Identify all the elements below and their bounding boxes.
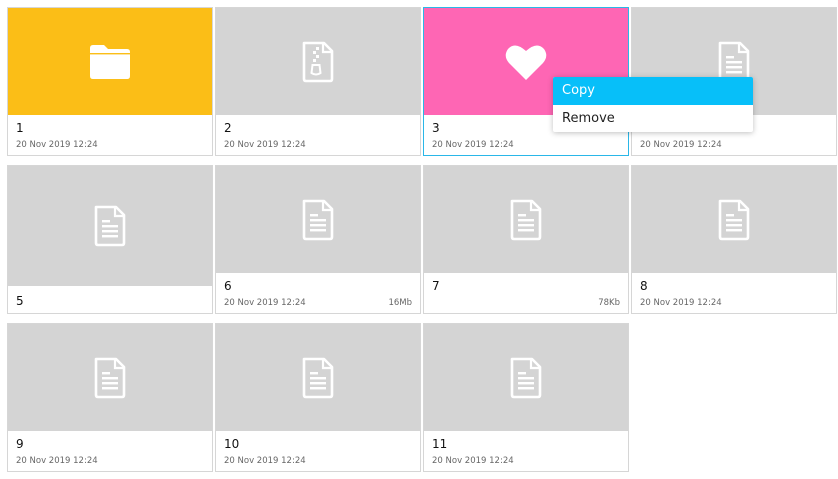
- file-date: 20 Nov 2019 12:24: [640, 298, 722, 308]
- heart-icon: [505, 44, 547, 80]
- file-name: 1: [16, 121, 24, 135]
- file-thumbnail: [8, 8, 212, 115]
- file-card-10[interactable]: 10 20 Nov 2019 12:24: [215, 323, 421, 472]
- file-card-2[interactable]: 2 20 Nov 2019 12:24: [215, 7, 421, 156]
- file-date: 20 Nov 2019 12:24: [224, 140, 306, 150]
- file-size: 78Kb: [598, 298, 620, 308]
- file-card-8[interactable]: 8 20 Nov 2019 12:24: [631, 165, 837, 314]
- file-thumbnail: [632, 166, 836, 273]
- file-card-11[interactable]: 11 20 Nov 2019 12:24: [423, 323, 629, 472]
- context-menu: Copy Remove: [553, 77, 753, 132]
- document-icon: [302, 357, 334, 398]
- file-name: 11: [432, 437, 448, 451]
- file-date: 20 Nov 2019 12:24: [432, 456, 514, 466]
- file-card-9[interactable]: 9 20 Nov 2019 12:24: [7, 323, 213, 472]
- file-thumbnail: [8, 324, 212, 431]
- file-name: 8: [640, 279, 648, 293]
- file-thumbnail: [8, 166, 212, 286]
- file-date: 20 Nov 2019 12:24: [224, 298, 306, 308]
- file-size: 16Mb: [388, 298, 412, 308]
- zip-file-icon: [302, 41, 334, 82]
- file-date: 20 Nov 2019 12:24: [16, 140, 98, 150]
- file-card-6[interactable]: 6 20 Nov 2019 12:24 16Mb: [215, 165, 421, 314]
- file-card-1[interactable]: 1 20 Nov 2019 12:24: [7, 7, 213, 156]
- context-menu-remove[interactable]: Remove: [553, 105, 753, 132]
- file-thumbnail: [216, 166, 420, 273]
- document-icon: [94, 357, 126, 398]
- file-thumbnail: [424, 324, 628, 431]
- document-icon: [302, 199, 334, 240]
- folder-icon: [90, 44, 130, 79]
- file-name: 7: [432, 279, 440, 293]
- file-card-5[interactable]: 5: [7, 165, 213, 314]
- file-card-7[interactable]: 7 78Kb: [423, 165, 629, 314]
- file-date: 20 Nov 2019 12:24: [640, 140, 722, 150]
- file-name: 3: [432, 121, 440, 135]
- file-date: 20 Nov 2019 12:24: [224, 456, 306, 466]
- file-name: 6: [224, 279, 232, 293]
- file-thumbnail: [424, 166, 628, 273]
- file-name: 10: [224, 437, 240, 451]
- document-icon: [510, 357, 542, 398]
- file-date: 20 Nov 2019 12:24: [16, 456, 98, 466]
- file-thumbnail: [216, 8, 420, 115]
- document-icon: [510, 199, 542, 240]
- file-name: 2: [224, 121, 232, 135]
- file-name: 5: [16, 294, 24, 308]
- file-name: 9: [16, 437, 24, 451]
- document-icon: [94, 205, 126, 247]
- file-date: 20 Nov 2019 12:24: [432, 140, 514, 150]
- document-icon: [718, 199, 750, 240]
- file-thumbnail: [216, 324, 420, 431]
- context-menu-copy[interactable]: Copy: [553, 77, 753, 105]
